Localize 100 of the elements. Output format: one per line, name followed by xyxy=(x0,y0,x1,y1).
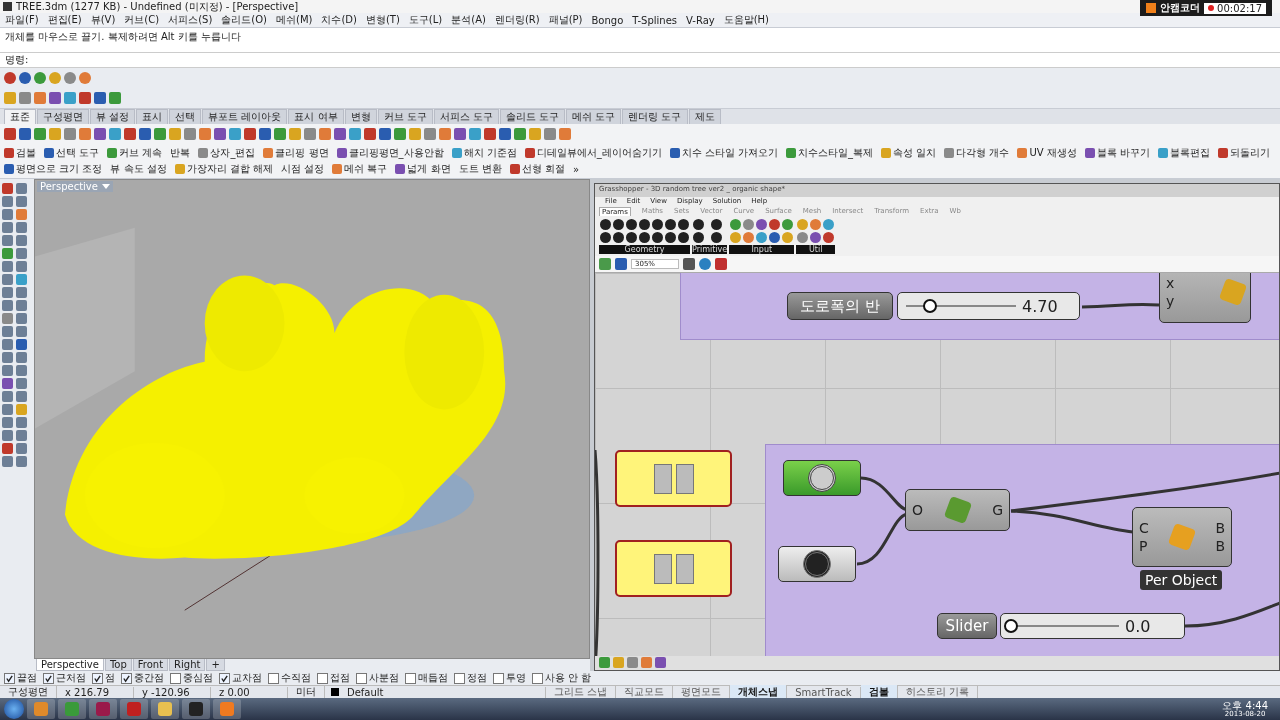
toolbar-button[interactable]: 평면으로 크기 조정 xyxy=(4,162,103,176)
menu-item[interactable]: 분석(A) xyxy=(451,13,486,27)
tool-icon[interactable] xyxy=(16,339,27,350)
menu-item[interactable]: 변형(T) xyxy=(365,13,400,27)
toolbar-tab[interactable]: 표시 xyxy=(136,109,169,124)
tool-icon[interactable] xyxy=(544,128,556,140)
tool-icon[interactable] xyxy=(2,196,13,207)
component-icon[interactable] xyxy=(613,232,624,243)
tool-icon[interactable] xyxy=(2,287,13,298)
tool-icon[interactable] xyxy=(16,378,27,389)
toolbar-tab[interactable]: 뷰포트 레이아웃 xyxy=(202,109,288,124)
menu-item[interactable]: V-Ray xyxy=(686,14,715,26)
tool-icon[interactable] xyxy=(16,391,27,402)
toolbar-button[interactable]: 가장자리 결합 해제 xyxy=(174,162,274,176)
group-node[interactable]: O G xyxy=(905,489,1010,531)
status-toggle[interactable]: 검볼 xyxy=(860,685,898,699)
checkbox[interactable] xyxy=(43,672,54,684)
component-icon[interactable] xyxy=(693,219,704,230)
component-icon[interactable] xyxy=(613,219,624,230)
component-icon[interactable] xyxy=(665,232,676,243)
start-button[interactable] xyxy=(4,699,24,719)
status-cell[interactable]: Default xyxy=(339,686,546,698)
tool-icon[interactable] xyxy=(16,326,27,337)
checkbox[interactable] xyxy=(4,672,15,684)
tool-icon[interactable] xyxy=(34,72,46,84)
viewport-tab[interactable]: Top xyxy=(104,659,132,671)
status-toggle[interactable]: SmartTrack xyxy=(787,686,861,698)
toolbar-tab[interactable]: 구성평면 xyxy=(37,109,89,124)
tool-icon[interactable] xyxy=(484,128,496,140)
component-icon[interactable] xyxy=(678,232,689,243)
toolbar-button[interactable]: » xyxy=(573,162,580,176)
toolbar-button[interactable]: 되돌리기 xyxy=(1218,146,1270,160)
tool-icon[interactable] xyxy=(16,352,27,363)
tool-icon[interactable] xyxy=(16,456,27,467)
tool-icon[interactable] xyxy=(2,339,13,350)
viewport-tab[interactable]: Front xyxy=(132,659,169,671)
taskbar-icon[interactable] xyxy=(182,699,210,719)
menu-item[interactable]: Bongo xyxy=(591,14,624,26)
tool-icon[interactable] xyxy=(244,128,256,140)
tool-icon[interactable] xyxy=(16,248,27,259)
toolbar-button[interactable]: 선택 도구 xyxy=(44,146,100,160)
panel-node[interactable] xyxy=(615,450,732,507)
menu-item[interactable]: 편집(E) xyxy=(47,13,82,27)
toolbar-tab[interactable]: 메쉬 도구 xyxy=(566,109,622,124)
taskbar-icon[interactable] xyxy=(151,699,179,719)
toolbar-button[interactable]: 클리핑 평면 xyxy=(263,146,329,160)
tool-icon[interactable] xyxy=(2,235,13,246)
tool-icon[interactable] xyxy=(16,287,27,298)
taskbar-icon[interactable] xyxy=(213,699,241,719)
tool-icon[interactable] xyxy=(16,235,27,246)
tool-icon[interactable] xyxy=(16,443,27,454)
menu-item[interactable]: 렌더링(R) xyxy=(494,13,540,27)
component-icon[interactable] xyxy=(600,232,611,243)
caret-icon[interactable] xyxy=(101,184,110,189)
tool-icon[interactable] xyxy=(16,261,27,272)
tool-icon[interactable] xyxy=(364,128,376,140)
toolbar-tab[interactable]: 렌더링 도구 xyxy=(622,109,688,124)
checkbox[interactable] xyxy=(268,672,279,684)
menu-item[interactable]: 커브(C) xyxy=(124,13,160,27)
toolbar-button[interactable]: 해치 기준점 xyxy=(451,146,517,160)
tool-icon[interactable] xyxy=(184,128,196,140)
tool-icon[interactable] xyxy=(16,196,27,207)
checkbox[interactable] xyxy=(454,672,465,684)
brush-icon[interactable] xyxy=(715,258,727,270)
toolbar-tab[interactable]: 표시 여부 xyxy=(288,109,344,124)
toolbar-button[interactable]: 뷰 속도 설정 xyxy=(110,162,167,176)
toolbar-button[interactable]: 검볼 xyxy=(4,146,36,160)
tool-icon[interactable] xyxy=(16,313,27,324)
checkbox[interactable] xyxy=(317,672,328,684)
tool-icon[interactable] xyxy=(2,274,13,285)
component-icon[interactable] xyxy=(652,232,663,243)
tool-icon[interactable] xyxy=(2,352,13,363)
toolbar-button[interactable]: 디테일뷰에서_레이어숨기기 xyxy=(524,146,662,160)
taskbar-icon[interactable] xyxy=(27,699,55,719)
component-icon[interactable] xyxy=(693,232,704,243)
toolbar-tab[interactable]: 변형 xyxy=(344,109,377,124)
tool-icon[interactable] xyxy=(79,92,91,104)
menu-item[interactable]: 메쉬(M) xyxy=(276,13,313,27)
random-node[interactable]: C P B B xyxy=(1132,507,1232,567)
tool-icon[interactable] xyxy=(2,378,13,389)
checkbox[interactable] xyxy=(170,672,181,684)
tool-icon[interactable] xyxy=(49,92,61,104)
tool-icon[interactable] xyxy=(4,128,16,140)
checkbox[interactable] xyxy=(92,672,103,684)
checkbox[interactable] xyxy=(219,672,230,684)
tool-icon[interactable] xyxy=(94,128,106,140)
tool-icon[interactable] xyxy=(274,128,286,140)
component-icon[interactable] xyxy=(665,219,676,230)
tool-icon[interactable] xyxy=(2,209,13,220)
tool-icon[interactable] xyxy=(64,128,76,140)
tool-icon[interactable] xyxy=(34,128,46,140)
menu-item[interactable]: 패널(P) xyxy=(548,13,583,27)
component-icon[interactable] xyxy=(710,219,722,230)
menu-item[interactable]: T-Splines xyxy=(632,14,678,26)
component-icon[interactable] xyxy=(652,219,663,230)
toolbar-tab[interactable]: 서피스 도구 xyxy=(433,109,499,124)
tool-icon[interactable] xyxy=(379,128,391,140)
toolbar-tab[interactable]: 제도 xyxy=(688,109,721,124)
tool-icon[interactable] xyxy=(16,417,27,428)
tool-icon[interactable] xyxy=(16,430,27,441)
